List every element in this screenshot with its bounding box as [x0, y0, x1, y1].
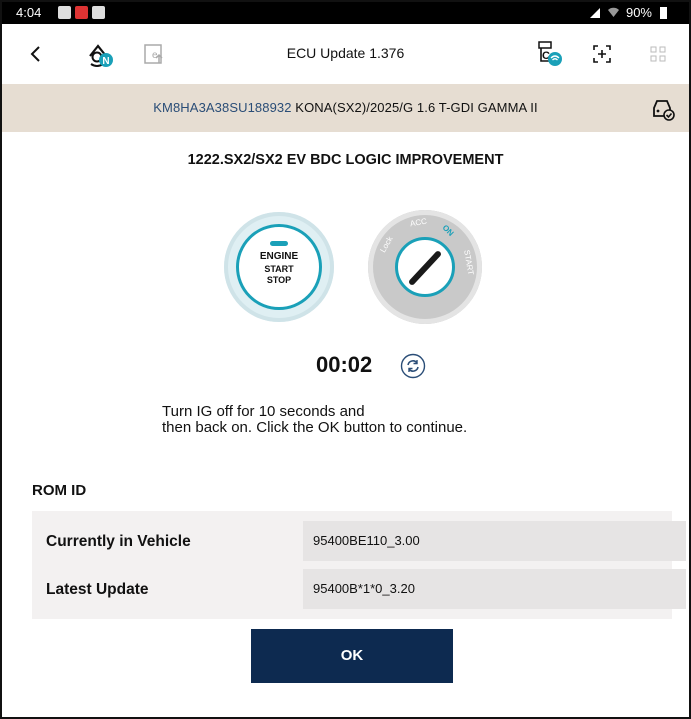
- signal-icon: [589, 7, 600, 18]
- gallery-notification-icon: [58, 6, 71, 19]
- app-notification-icon: [92, 6, 105, 19]
- cloud-sync-button[interactable]: C: [534, 38, 566, 70]
- start-label: START: [264, 264, 294, 274]
- notification-icons: [58, 6, 105, 19]
- current-rom-value: 95400BE110_3.00: [303, 521, 686, 561]
- countdown-timer: 00:02: [316, 352, 373, 377]
- ignition-acc-label: ACC: [409, 216, 428, 229]
- key-slot: [407, 249, 443, 287]
- rom-row-current: Currently in Vehicle 95400BE110_3.00: [32, 521, 686, 561]
- start-stop-label: START STOP: [239, 264, 319, 286]
- ignition-on-label: ON: [440, 223, 456, 238]
- current-label: Currently in Vehicle: [46, 533, 191, 550]
- vehicle-check-icon[interactable]: [649, 94, 677, 122]
- ignition-key-graphic: Lock ACC ON START: [368, 210, 482, 324]
- instruction-line-2: then back on. Click the OK button to con…: [162, 419, 468, 436]
- ignition-start-label: START: [462, 249, 476, 276]
- app-window: 4:04 90% N e ECU Update 1.376 C KM8HA3A3…: [0, 0, 691, 719]
- engine-start-stop-graphic: ENGINE START STOP: [224, 212, 334, 322]
- battery-level: 90%: [625, 5, 652, 20]
- rom-id-heading: ROM ID: [32, 482, 87, 499]
- refresh-icon[interactable]: [400, 353, 426, 379]
- ignition-key-face: [395, 237, 455, 297]
- vehicle-info: KM8HA3A38SU188932 KONA(SX2)/2025/G 1.6 T…: [2, 100, 689, 115]
- vehicle-info-bar: KM8HA3A38SU188932 KONA(SX2)/2025/G 1.6 T…: [2, 84, 689, 132]
- app-bar: N e ECU Update 1.376 C: [2, 24, 689, 84]
- instruction-text: Turn IG off for 10 seconds and then back…: [162, 404, 467, 436]
- rom-id-table: Currently in Vehicle 95400BE110_3.00 Lat…: [32, 511, 686, 619]
- engine-indicator: [270, 241, 288, 246]
- ok-button[interactable]: OK: [251, 629, 453, 683]
- status-time: 4:04: [16, 5, 42, 20]
- wifi-icon: [607, 7, 619, 17]
- vehicle-description: KONA(SX2)/2025/G 1.6 T-GDI GAMMA II: [295, 100, 538, 115]
- rom-row-latest: Latest Update 95400B*1*0_3.20: [32, 569, 686, 609]
- engine-button-face: ENGINE START STOP: [236, 224, 322, 310]
- latest-rom-value: 95400B*1*0_3.20: [303, 569, 686, 609]
- status-right: 90%: [589, 5, 667, 20]
- vin-number: KM8HA3A38SU188932: [153, 100, 292, 115]
- grid-menu-button[interactable]: [642, 38, 674, 70]
- scan-icon: [593, 45, 611, 63]
- scan-button[interactable]: [586, 38, 618, 70]
- status-bar: 4:04 90%: [2, 2, 689, 24]
- stop-label: STOP: [266, 275, 292, 285]
- grid-icon: [650, 46, 666, 62]
- news-notification-icon: [75, 6, 88, 19]
- engine-label: ENGINE: [259, 251, 299, 262]
- latest-label: Latest Update: [46, 581, 149, 598]
- cloud-sync-icon: C: [538, 41, 562, 66]
- ignition-lock-label: Lock: [378, 234, 395, 255]
- battery-icon: [660, 6, 667, 19]
- update-title: 1222.SX2/SX2 EV BDC LOGIC IMPROVEMENT: [187, 152, 504, 168]
- instruction-line-1: Turn IG off for 10 seconds and: [162, 403, 365, 420]
